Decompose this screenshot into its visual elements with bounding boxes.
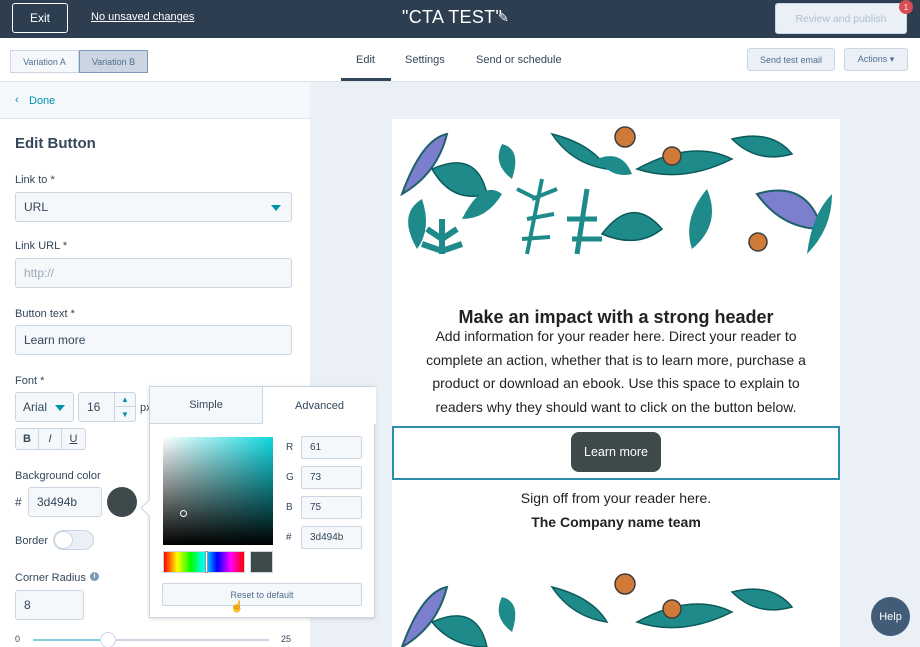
corner-radius-value: 8 xyxy=(24,598,31,612)
saturation-handle[interactable] xyxy=(180,510,187,517)
r-value: 61 xyxy=(310,442,322,453)
exit-button[interactable]: Exit xyxy=(12,3,68,33)
g-input[interactable]: 73 xyxy=(301,466,362,489)
learn-more-button[interactable]: Learn more xyxy=(571,432,661,472)
underline-button[interactable]: U xyxy=(62,429,85,449)
pencil-icon[interactable]: ✎ xyxy=(498,10,509,26)
background-color-value: 3d494b xyxy=(37,495,78,509)
b-label: B xyxy=(286,502,293,513)
tab-advanced[interactable]: Advanced xyxy=(263,387,376,424)
background-color-label: Background color xyxy=(15,470,101,482)
email-preview: Make an impact with a strong header Add … xyxy=(392,119,840,647)
corner-radius-label: Corner Radius xyxy=(15,572,86,584)
email-signoff[interactable]: Sign off from your reader here. xyxy=(392,490,840,506)
chevron-left-icon[interactable]: ‹ xyxy=(15,94,19,106)
border-toggle[interactable] xyxy=(53,530,94,550)
r-label: R xyxy=(286,442,294,453)
document-title[interactable]: "CTA TEST" xyxy=(402,7,502,28)
hex-value: 3d494b xyxy=(310,532,344,543)
link-url-label: Link URL * xyxy=(15,240,68,252)
done-bar[interactable]: ‹ Done xyxy=(0,82,310,119)
corner-radius-input[interactable]: 8 xyxy=(15,590,84,620)
border-label: Border xyxy=(15,535,49,547)
g-label: G xyxy=(286,472,294,483)
variation-b-button[interactable]: Variation B xyxy=(79,50,148,73)
slider-min-label: 0 xyxy=(15,634,21,644)
tab-simple[interactable]: Simple xyxy=(150,387,263,424)
done-link[interactable]: Done xyxy=(29,95,55,107)
font-size-value: 16 xyxy=(87,400,101,414)
saturation-area[interactable] xyxy=(163,437,273,545)
leaf-illustration-top xyxy=(400,126,832,255)
stepper-down-icon[interactable]: ▼ xyxy=(115,407,135,421)
tab-settings[interactable]: Settings xyxy=(405,54,445,66)
bold-button[interactable]: B xyxy=(16,429,39,449)
link-url-placeholder: http:// xyxy=(24,266,55,280)
g-value: 73 xyxy=(310,472,322,483)
button-text-value: Learn more xyxy=(24,333,86,347)
editor-toolbar: Variation A Variation B Edit Settings Se… xyxy=(0,38,920,82)
reset-to-default-button[interactable]: Reset to default xyxy=(162,583,362,606)
email-company-name[interactable]: The Company name team xyxy=(392,514,840,530)
slider-max-label: 25 xyxy=(281,634,292,644)
variation-a-button[interactable]: Variation A xyxy=(10,50,79,73)
font-size-stepper[interactable]: ▲ ▼ xyxy=(114,392,136,422)
leaf-group xyxy=(400,573,794,647)
slider-thumb[interactable] xyxy=(100,632,116,647)
caret-down-icon xyxy=(55,405,65,411)
font-size-input[interactable]: 16 xyxy=(78,392,115,422)
panel-title: Edit Button xyxy=(15,135,96,152)
leaf-group xyxy=(400,126,832,255)
unsaved-changes-link[interactable]: No unsaved changes xyxy=(91,11,194,23)
email-body-text[interactable]: Add information for your reader here. Di… xyxy=(412,325,820,419)
font-label: Font * xyxy=(15,375,45,387)
text-format-group: B I U xyxy=(15,428,86,450)
italic-button[interactable]: I xyxy=(39,429,62,449)
tab-send-or-schedule[interactable]: Send or schedule xyxy=(476,54,562,66)
help-button[interactable]: Help xyxy=(871,597,910,636)
hue-slider[interactable] xyxy=(163,551,245,573)
button-text-input[interactable]: Learn more xyxy=(15,325,292,355)
hue-handle[interactable] xyxy=(205,551,208,573)
color-picker-popover: Simple Advanced R 61 G 73 B 75 # 3d494b … xyxy=(140,386,376,618)
slider-fill xyxy=(33,639,108,641)
link-to-label: Link to * xyxy=(15,174,55,186)
leaf-illustration-bottom xyxy=(400,573,794,647)
hand-cursor-icon: ☝ xyxy=(230,601,244,613)
hex-label: # xyxy=(286,532,292,543)
tab-active-indicator xyxy=(341,78,391,81)
hex-input[interactable]: 3d494b xyxy=(301,526,362,549)
r-input[interactable]: 61 xyxy=(301,436,362,459)
actions-dropdown[interactable]: Actions ▾ xyxy=(844,48,908,71)
toggle-knob xyxy=(54,531,73,549)
notification-badge: 1 xyxy=(899,0,913,14)
button-text-label: Button text * xyxy=(15,308,75,320)
hash-label: # xyxy=(15,495,22,509)
b-value: 75 xyxy=(310,502,322,513)
review-and-publish-button[interactable]: Review and publish xyxy=(775,3,907,34)
info-icon[interactable]: i xyxy=(90,572,99,581)
link-to-value: URL xyxy=(24,200,49,214)
color-preview xyxy=(250,551,273,573)
stepper-up-icon[interactable]: ▲ xyxy=(115,393,135,407)
caret-down-icon xyxy=(271,205,281,211)
font-family-value: Arial xyxy=(23,400,48,414)
color-swatch[interactable] xyxy=(107,487,137,517)
send-test-email-button[interactable]: Send test email xyxy=(747,48,835,71)
link-to-select[interactable]: URL xyxy=(15,192,292,222)
b-input[interactable]: 75 xyxy=(301,496,362,519)
font-family-select[interactable]: Arial xyxy=(15,392,74,422)
top-bar: Exit No unsaved changes "CTA TEST" ✎ Rev… xyxy=(0,0,920,38)
tab-edit[interactable]: Edit xyxy=(356,54,375,66)
link-url-input[interactable]: http:// xyxy=(15,258,292,288)
background-color-input[interactable]: 3d494b xyxy=(28,487,102,517)
